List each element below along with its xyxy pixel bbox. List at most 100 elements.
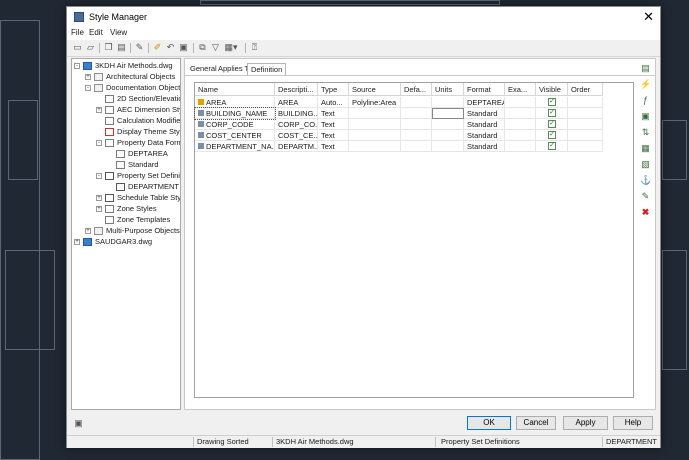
cell-type[interactable]: Text [318, 119, 349, 130]
collapse-icon[interactable]: - [74, 63, 80, 69]
column-header-order[interactable]: Order [568, 83, 603, 96]
visible-checkbox[interactable]: ✓ [548, 131, 556, 139]
cell-description[interactable]: BUILDING... [275, 108, 318, 119]
cell-units[interactable] [432, 130, 464, 141]
column-header-source[interactable]: Source [349, 83, 401, 96]
copy-icon[interactable]: ❐ [103, 42, 114, 53]
cell-type[interactable]: Text [318, 130, 349, 141]
cell-source[interactable] [349, 108, 401, 119]
visible-checkbox[interactable]: ✓ [548, 109, 556, 117]
view-icon[interactable]: ▦▾ [223, 42, 239, 53]
collapse-icon[interactable]: - [85, 85, 91, 91]
add-automatic-property-icon[interactable]: ⚡ [640, 79, 651, 90]
style-tree[interactable]: - 3KDH Air Methods.dwg + Architectural Obj… [71, 58, 181, 410]
cell-units[interactable] [432, 97, 464, 108]
cell-units-editing[interactable] [432, 108, 464, 119]
delete-property-icon[interactable]: ✖ [640, 207, 651, 218]
column-header-units[interactable]: Units [432, 83, 464, 96]
cell-order[interactable] [568, 130, 603, 141]
cell-example[interactable] [505, 130, 536, 141]
cell-format[interactable]: DEPTAREA [464, 97, 505, 108]
cell-description[interactable]: AREA [275, 97, 318, 108]
cell-visible[interactable]: ✓ [536, 97, 568, 108]
add-anchor-icon[interactable]: ⚓ [640, 175, 651, 186]
cell-name[interactable]: AREA [195, 97, 275, 108]
purge-icon[interactable]: ✎ [134, 42, 145, 53]
visible-checkbox[interactable]: ✓ [548, 120, 556, 128]
help-icon[interactable]: ⍰ [249, 42, 260, 53]
expand-icon[interactable]: + [96, 195, 102, 201]
cell-example[interactable] [505, 108, 536, 119]
cell-default[interactable] [401, 119, 432, 130]
cell-visible[interactable]: ✓ [536, 108, 568, 119]
cell-example[interactable] [505, 119, 536, 130]
cell-visible[interactable]: ✓ [536, 130, 568, 141]
collapse-icon[interactable]: - [96, 173, 102, 179]
cell-name[interactable]: DEPARTMENT_NA... [195, 141, 275, 152]
add-property-icon[interactable]: ▤ [640, 63, 651, 74]
column-header-visible[interactable]: Visible [536, 83, 568, 96]
column-header-example[interactable]: Exa... [505, 83, 536, 96]
add-graphic-icon[interactable]: ▦ [640, 143, 651, 154]
cell-name[interactable]: CORP_CODE [195, 119, 275, 130]
add-location-icon[interactable]: ⇅ [640, 127, 651, 138]
menu-view[interactable]: View [110, 28, 127, 37]
filter-icon[interactable]: ▽ [210, 42, 221, 53]
sort-icon[interactable]: ⧉ [197, 42, 208, 53]
expand-icon[interactable]: + [85, 228, 91, 234]
cell-default[interactable] [401, 130, 432, 141]
cell-description[interactable]: CORP_CO... [275, 119, 318, 130]
new-icon[interactable]: ▭ [72, 42, 83, 53]
menu-edit[interactable]: Edit [89, 28, 103, 37]
open-icon[interactable]: ▱ [85, 42, 96, 53]
cell-visible[interactable]: ✓ [536, 141, 568, 152]
cell-type[interactable]: Text [318, 141, 349, 152]
cell-source[interactable] [349, 119, 401, 130]
paste-icon[interactable]: ▤ [116, 42, 127, 53]
cell-description[interactable]: COST_CE... [275, 130, 318, 141]
collapse-icon[interactable]: - [96, 140, 102, 146]
visible-checkbox[interactable]: ✓ [548, 98, 556, 106]
menu-file[interactable]: File [71, 28, 84, 37]
back-icon[interactable]: ↶ [165, 42, 176, 53]
cell-visible[interactable]: ✓ [536, 119, 568, 130]
edit-icon[interactable]: ✐ [152, 42, 163, 53]
ok-button[interactable]: OK [467, 416, 511, 430]
cell-source[interactable]: Polyline:Area [349, 97, 401, 108]
cell-example[interactable] [505, 97, 536, 108]
column-header-name[interactable]: Name [195, 83, 275, 96]
add-material-icon[interactable]: ▧ [640, 159, 651, 170]
cell-description[interactable]: DEPARTM... [275, 141, 318, 152]
column-header-type[interactable]: Type [318, 83, 349, 96]
add-classification-icon[interactable]: ▣ [640, 111, 651, 122]
cell-format[interactable]: Standard [464, 119, 505, 130]
cell-default[interactable] [401, 141, 432, 152]
cell-format[interactable]: Standard [464, 108, 505, 119]
cancel-button[interactable]: Cancel [516, 416, 556, 430]
edit-property-icon[interactable]: ✎ [640, 191, 651, 202]
expand-icon[interactable]: + [74, 239, 80, 245]
expand-icon[interactable]: + [96, 107, 102, 113]
apply-button[interactable]: Apply [563, 416, 608, 430]
cell-order[interactable] [568, 141, 603, 152]
cell-name[interactable]: BUILDING_NAME [194, 107, 276, 120]
expand-icon[interactable]: + [96, 206, 102, 212]
cell-format[interactable]: Standard [464, 130, 505, 141]
cell-order[interactable] [568, 108, 603, 119]
forward-icon[interactable]: ▣ [178, 42, 189, 53]
cell-order[interactable] [568, 97, 603, 108]
cell-example[interactable] [505, 141, 536, 152]
close-button[interactable]: ✕ [643, 9, 654, 25]
help-button[interactable]: Help [613, 416, 653, 430]
visible-checkbox[interactable]: ✓ [548, 142, 556, 150]
cell-default[interactable] [401, 97, 432, 108]
cell-type[interactable]: Auto... [318, 97, 349, 108]
cell-units[interactable] [432, 119, 464, 130]
column-header-description[interactable]: Descripti... [275, 83, 318, 96]
preview-icon[interactable]: ▣ [73, 418, 84, 429]
cell-format[interactable]: Standard [464, 141, 505, 152]
expand-icon[interactable]: + [85, 74, 91, 80]
cell-order[interactable] [568, 119, 603, 130]
cell-type[interactable]: Text [318, 108, 349, 119]
cell-default[interactable] [401, 108, 432, 119]
